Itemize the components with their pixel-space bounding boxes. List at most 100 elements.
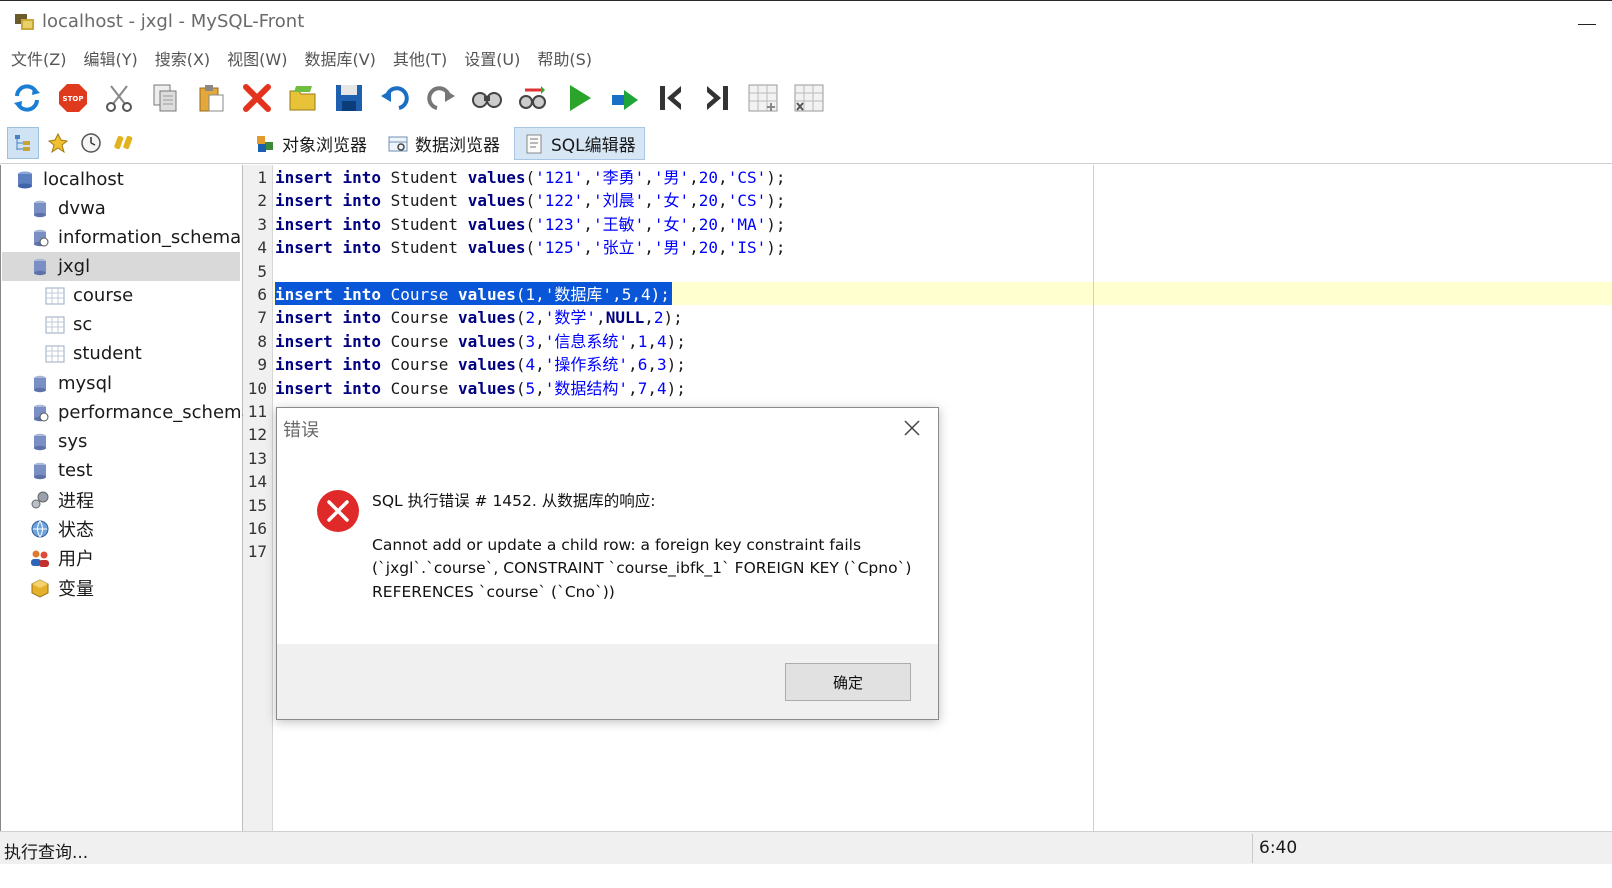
error-icon bbox=[317, 490, 359, 532]
title-bar: localhost - jxgl - MySQL-Front bbox=[0, 0, 1612, 42]
line-number: 16 bbox=[247, 519, 267, 538]
tree-item-mysql[interactable]: mysql bbox=[30, 369, 268, 398]
code-token: 3 bbox=[525, 331, 536, 351]
code-token: , bbox=[718, 191, 728, 211]
line-number: 3 bbox=[257, 214, 267, 234]
code-token: NULL bbox=[605, 308, 645, 328]
insert-record-button[interactable] bbox=[744, 79, 782, 117]
stop-button[interactable]: STOP bbox=[54, 79, 92, 117]
delete-button[interactable] bbox=[238, 79, 276, 117]
code-line: insert into Student values('122','刘晨','女… bbox=[275, 189, 785, 212]
code-token: ); bbox=[766, 168, 786, 187]
open-button[interactable] bbox=[284, 79, 322, 117]
line-number: 8 bbox=[257, 331, 267, 351]
first-record-icon bbox=[660, 86, 681, 110]
line-number: 11 bbox=[247, 402, 267, 421]
tree-item-sys[interactable]: sys bbox=[30, 427, 268, 456]
tree-item-users[interactable]: 用户 bbox=[30, 543, 268, 572]
redo-button[interactable] bbox=[422, 79, 460, 117]
undo-button[interactable] bbox=[376, 79, 414, 117]
run-button[interactable] bbox=[560, 79, 598, 117]
tree-view-icon bbox=[15, 135, 30, 151]
code-token: , bbox=[583, 191, 593, 211]
tree-item-localhost[interactable]: localhost bbox=[15, 165, 253, 194]
tab-data-browser[interactable]: 数据浏览器 bbox=[379, 127, 508, 160]
tree-item-dvwa[interactable]: dvwa bbox=[30, 194, 268, 223]
menu-help[interactable]: 帮助(S) bbox=[532, 44, 597, 72]
code-token: , bbox=[647, 355, 657, 375]
tree-item-jxgl[interactable]: jxgl bbox=[2, 252, 240, 281]
code-token: insert bbox=[275, 285, 333, 304]
favorites-toggle[interactable] bbox=[42, 127, 74, 159]
code-line: insert into Course values(1,'数据库',5,4); bbox=[275, 283, 670, 306]
delete-record-button[interactable] bbox=[790, 79, 828, 117]
replace-button[interactable] bbox=[514, 79, 552, 117]
code-token: into bbox=[342, 355, 381, 375]
code-token: values bbox=[458, 285, 516, 304]
menu-other[interactable]: 其他(T) bbox=[388, 44, 452, 72]
variables-icon bbox=[31, 578, 49, 598]
tab-label: 数据浏览器 bbox=[415, 136, 500, 156]
tree-item-status[interactable]: 状态 bbox=[30, 514, 268, 543]
code-token: '信息系统' bbox=[544, 331, 629, 351]
code-token: 1 bbox=[525, 285, 536, 304]
code-token: into bbox=[342, 168, 381, 187]
code-token: , bbox=[631, 285, 641, 304]
code-token: , bbox=[644, 214, 654, 234]
tree-item-information-schema[interactable]: information_schema bbox=[30, 223, 268, 252]
right-margin-line bbox=[1093, 165, 1094, 831]
tree-item-test[interactable]: test bbox=[30, 456, 268, 485]
line-number: 10 bbox=[247, 378, 267, 398]
history-toggle[interactable] bbox=[75, 127, 107, 159]
code-token: , bbox=[644, 168, 654, 187]
error-heading: SQL 执行错误 # 1452. 从数据库的响应: bbox=[372, 492, 656, 510]
code-token: ); bbox=[666, 331, 686, 351]
last-record-button[interactable] bbox=[698, 79, 736, 117]
code-token: 4 bbox=[525, 355, 536, 375]
menu-edit[interactable]: 编辑(Y) bbox=[78, 44, 142, 72]
code-token: Student bbox=[390, 191, 459, 211]
paste-icon bbox=[199, 85, 224, 112]
cut-button[interactable] bbox=[100, 79, 138, 117]
menu-search[interactable]: 搜索(X) bbox=[150, 44, 215, 72]
menu-settings[interactable]: 设置(U) bbox=[459, 44, 525, 72]
tree-item-variables[interactable]: 变量 bbox=[30, 573, 268, 602]
code-token: Course bbox=[390, 331, 449, 351]
error-message-line: (`jxgl`.`course`, CONSTRAINT `course_ibf… bbox=[372, 559, 912, 577]
copy-button[interactable] bbox=[146, 79, 184, 117]
first-record-button[interactable] bbox=[652, 79, 690, 117]
code-token: values bbox=[467, 191, 526, 211]
code-token: Student bbox=[390, 168, 459, 187]
menu-file[interactable]: 文件(Z) bbox=[6, 44, 71, 72]
refresh-button[interactable] bbox=[8, 79, 46, 117]
menu-view[interactable]: 视图(W) bbox=[222, 44, 292, 72]
code-token: 4 bbox=[656, 378, 667, 398]
tab-object-browser[interactable]: 对象浏览器 bbox=[246, 127, 375, 160]
code-token: , bbox=[689, 191, 699, 211]
tab-sql-editor[interactable]: SQL编辑器 bbox=[514, 127, 645, 160]
tree-item-processes[interactable]: 进程 bbox=[30, 485, 268, 514]
database-icon bbox=[34, 258, 46, 275]
save-icon bbox=[336, 85, 362, 111]
menu-database[interactable]: 数据库(V) bbox=[299, 44, 380, 72]
find-button[interactable] bbox=[468, 79, 506, 117]
code-token: ( bbox=[525, 191, 536, 211]
tree-view-toggle[interactable] bbox=[7, 127, 39, 159]
save-button[interactable] bbox=[330, 79, 368, 117]
close-icon[interactable] bbox=[900, 416, 924, 440]
sql-files-toggle[interactable] bbox=[108, 127, 140, 159]
run-selection-button[interactable] bbox=[606, 79, 644, 117]
ok-button[interactable]: 确定 bbox=[785, 663, 911, 701]
code-token: '男' bbox=[653, 238, 690, 258]
minimize-button[interactable] bbox=[1562, 15, 1612, 35]
dialog-title: 错误 bbox=[283, 420, 319, 441]
tree-item-performance-schema[interactable]: performance_schema bbox=[30, 398, 268, 427]
paste-button[interactable] bbox=[192, 79, 230, 117]
history-icon bbox=[81, 133, 101, 153]
server-icon bbox=[18, 171, 32, 188]
tab-label: 对象浏览器 bbox=[282, 136, 367, 156]
